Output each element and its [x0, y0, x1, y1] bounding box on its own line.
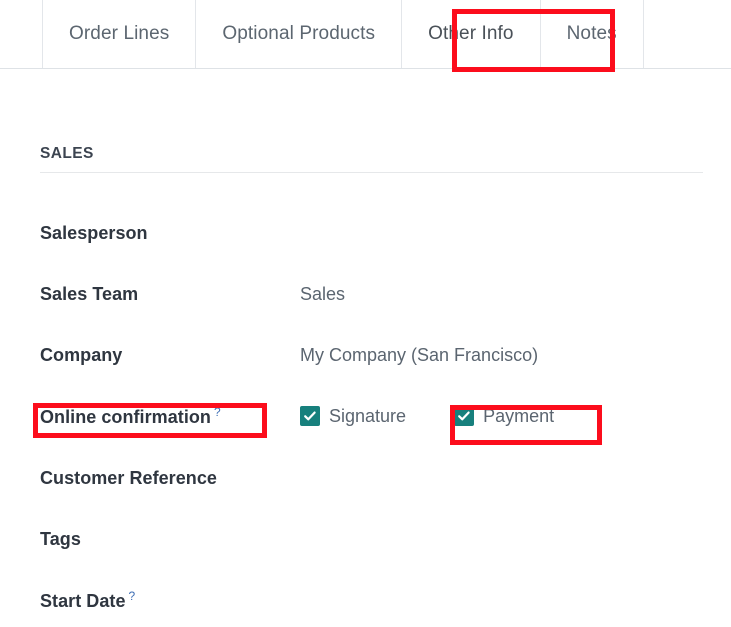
tab-other-info-label: Other Info: [428, 23, 514, 44]
tab-other-info[interactable]: Other Info: [401, 0, 540, 68]
label-customer-reference: Customer Reference: [40, 467, 217, 488]
tab-bar: Order Lines Optional Products Other Info…: [0, 0, 731, 69]
field-row-salesperson: Salesperson: [0, 215, 731, 251]
tab-optional-products[interactable]: Optional Products: [195, 0, 402, 68]
label-tags: Tags: [40, 528, 81, 549]
checkbox-payment-label: Payment: [483, 405, 555, 426]
label-start-date-text: Start Date: [40, 590, 126, 611]
other-info-panel: SALES Salesperson Sales Team Sales Compa…: [0, 69, 731, 627]
label-company: Company: [40, 344, 123, 365]
field-row-customer-reference: Customer Reference: [0, 460, 731, 496]
checkmark-icon: [300, 406, 320, 426]
tab-bar-left-spacer: [0, 0, 42, 68]
field-row-start-date: Start Date?: [0, 582, 731, 618]
sales-section-title: SALES: [40, 145, 94, 162]
checkmark-icon: [454, 406, 475, 426]
label-online-confirmation: Online confirmation?: [40, 405, 221, 428]
value-sales-team[interactable]: Sales: [300, 284, 345, 305]
online-confirmation-options: Signature Payment: [300, 406, 554, 427]
tab-optional-products-label: Optional Products: [222, 23, 376, 44]
field-row-company: Company My Company (San Francisco): [0, 337, 731, 373]
label-online-confirmation-text: Online confirmation: [40, 406, 211, 427]
sales-section-divider: [40, 172, 703, 173]
value-company[interactable]: My Company (San Francisco): [300, 345, 538, 366]
help-icon-start-date[interactable]: ?: [129, 589, 136, 603]
label-start-date: Start Date?: [40, 589, 135, 612]
label-sales-team: Sales Team: [40, 283, 139, 304]
label-salesperson: Salesperson: [40, 222, 148, 243]
checkbox-payment[interactable]: Payment: [454, 406, 554, 427]
tab-notes-label: Notes: [566, 23, 617, 44]
help-icon-online-confirmation[interactable]: ?: [214, 405, 221, 419]
field-row-tags: Tags: [0, 521, 731, 557]
field-row-online-confirmation: Online confirmation? Signature Payment: [0, 398, 731, 434]
field-row-sales-team: Sales Team Sales: [0, 276, 731, 312]
tab-notes[interactable]: Notes: [539, 0, 644, 68]
checkbox-signature-label: Signature: [329, 405, 407, 426]
tab-order-lines-label: Order Lines: [69, 23, 170, 44]
checkbox-signature[interactable]: Signature: [300, 406, 406, 427]
tab-order-lines[interactable]: Order Lines: [42, 0, 196, 68]
